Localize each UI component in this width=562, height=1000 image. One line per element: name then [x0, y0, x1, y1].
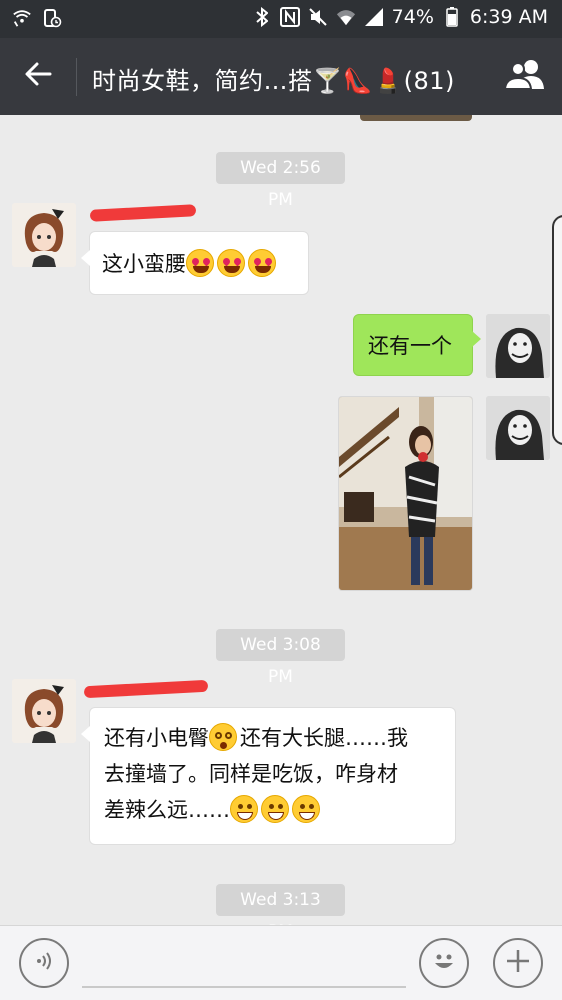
message-input[interactable] [82, 986, 406, 988]
back-arrow-icon [24, 61, 52, 91]
bluetooth-icon [252, 6, 272, 28]
wifi-icon [336, 6, 356, 28]
title-divider [76, 58, 77, 96]
grin-emoji-icon [230, 795, 258, 823]
sender-avatar[interactable] [12, 203, 76, 267]
battery-icon [442, 6, 462, 28]
message-text: 这小蛮腰 [102, 252, 186, 276]
chat-message-list[interactable]: Wed 2:56 PM 这小蛮腰 还有一个 Wed 3:08 PM 还有小电臀还… [0, 115, 562, 925]
voice-input-icon [33, 950, 55, 976]
my-avatar[interactable] [486, 396, 550, 460]
grin-emoji-icon [292, 795, 320, 823]
sent-photo[interactable] [338, 396, 473, 591]
chat-header: 时尚女鞋，简约…搭🍸👠💄(81) [0, 38, 562, 115]
sender-avatar[interactable] [12, 679, 76, 743]
timestamp: Wed 3:08 PM [216, 629, 345, 687]
message-text: 还有一个 [368, 334, 452, 358]
signal-icon [364, 6, 384, 28]
group-members-button[interactable] [502, 54, 548, 98]
sender-name-redacted [89, 204, 197, 222]
phone-clock-icon [42, 7, 62, 29]
voice-input-button[interactable] [19, 938, 69, 988]
heart-eyes-emoji-icon [248, 249, 276, 277]
more-functions-button[interactable] [493, 938, 543, 988]
status-bar: 74% 6:39 AM [0, 0, 562, 38]
input-bar [0, 925, 562, 1000]
battery-percent: 74% [391, 6, 434, 28]
group-members-icon [503, 58, 547, 94]
plus-icon [504, 947, 532, 979]
clock-time: 6:39 AM [469, 6, 548, 28]
message-bubble-received[interactable]: 这小蛮腰 [81, 231, 309, 295]
message-line: 去撞墙了。同样是吃饭，咋身材 [104, 762, 398, 786]
message-bubble-sent[interactable]: 还有一个 [353, 314, 481, 376]
timestamp: Wed 2:56 PM [216, 152, 345, 210]
side-drawer-handle[interactable] [552, 215, 562, 445]
heart-eyes-emoji-icon [217, 249, 245, 277]
grin-emoji-icon [261, 795, 289, 823]
back-button[interactable] [16, 56, 60, 96]
my-avatar[interactable] [486, 314, 550, 378]
dizzy-face-emoji-icon [209, 723, 237, 751]
previous-image-edge[interactable] [360, 115, 472, 121]
heart-eyes-emoji-icon [186, 249, 214, 277]
sender-name-redacted [83, 679, 209, 699]
wifi-call-icon [12, 7, 32, 29]
nfc-icon [279, 6, 300, 28]
chat-title: 时尚女鞋，简约…搭🍸👠💄(81) [92, 67, 455, 95]
mute-icon [308, 6, 328, 28]
emoji-button[interactable] [419, 938, 469, 988]
emoji-icon [429, 946, 459, 980]
message-line: 还有小电臀 还有大长腿……我 [104, 720, 441, 756]
message-line: 差辣么远…… [104, 792, 441, 828]
timestamp: Wed 3:13 PM [216, 884, 345, 925]
message-bubble-received[interactable]: 还有小电臀 还有大长腿……我 去撞墙了。同样是吃饭，咋身材 差辣么远…… [81, 707, 456, 845]
